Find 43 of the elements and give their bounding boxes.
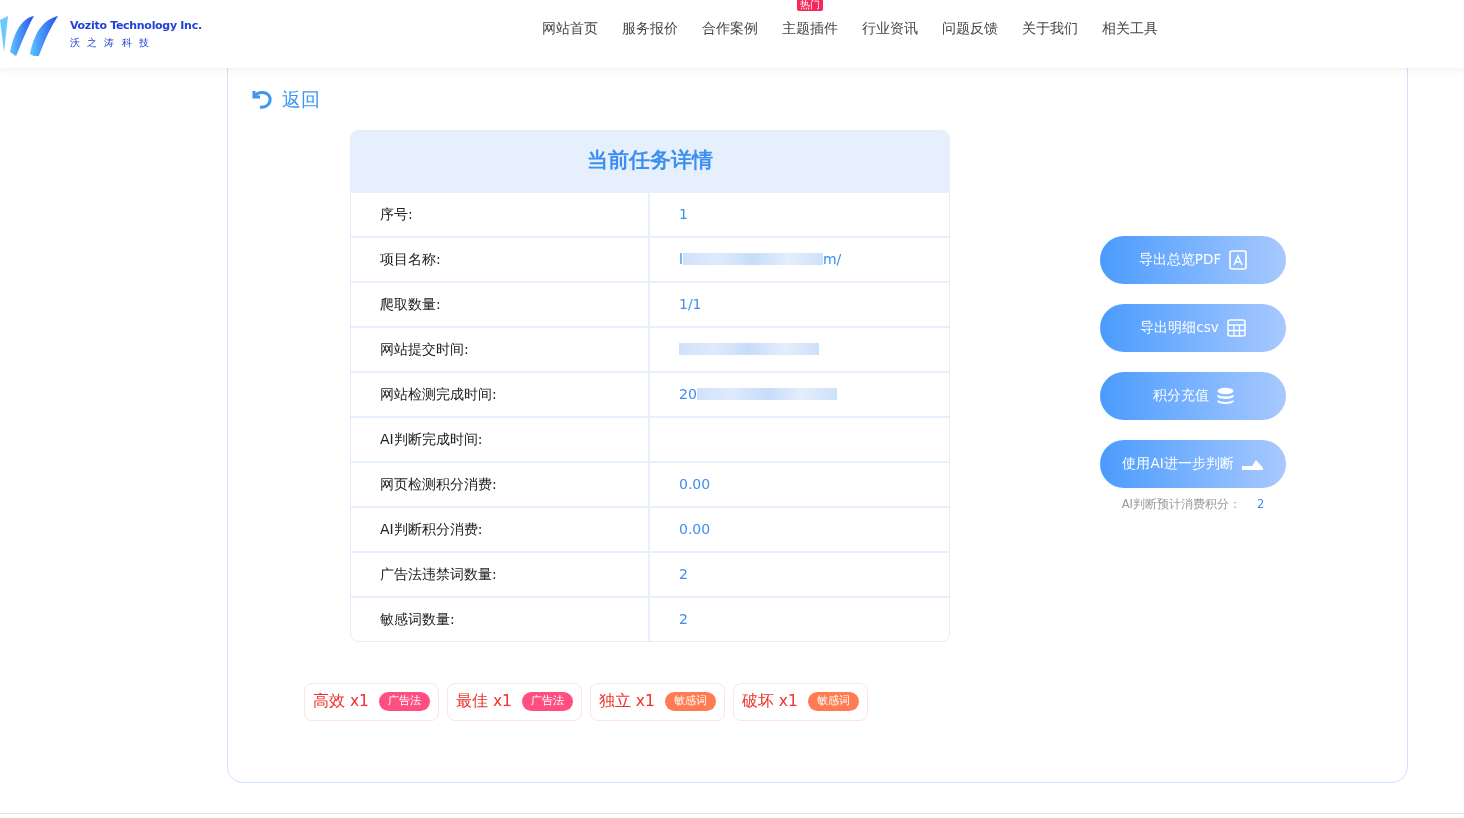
field-label: 广告法违禁词数量: [380,564,497,584]
field-label: 网站提交时间: [380,339,469,359]
field-value: 2 [679,609,688,629]
word-count: 破坏 x1 [741,690,798,712]
field-value: l [679,249,683,269]
nav-link[interactable]: 网站首页 [541,19,598,36]
nav-link[interactable]: 关于我们 [1021,19,1078,36]
table-icon [1226,318,1246,337]
field-value: 20 [679,384,697,404]
table-title: 当前任务详情 [587,146,713,174]
field-label: 敏感词数量: [380,609,455,629]
field-value: 0.00 [679,474,711,494]
word-count: 独立 x1 [598,690,655,712]
field-label: 项目名称: [380,249,441,269]
nav-link[interactable]: 相关工具 [1101,19,1158,36]
category-tag: 广告法 [521,692,573,711]
nav-link[interactable]: 合作案例 [701,19,758,36]
field-label: 序号: [380,204,413,224]
field-value: 1/1 [679,294,702,314]
coins-icon [1216,386,1234,405]
field-value: 1 [679,204,688,224]
cost-value: 2 [1256,495,1265,513]
nav-link[interactable]: 主题插件 [781,19,838,36]
field-label: AI判断完成时间: [380,429,483,449]
field-value: 2 [679,564,688,584]
company-name-chinese: 沃 之 涛 科 技 [70,35,152,50]
field-label: 网页检测积分消费: [380,474,497,494]
category-tag: 敏感词 [664,692,716,711]
nav-link[interactable]: 问题反馈 [941,19,998,36]
field-label: AI判断积分消费: [380,519,483,539]
category-tag: 敏感词 [807,692,859,711]
field-label: 网站检测完成时间: [380,384,497,404]
nav-link[interactable]: 行业资讯 [861,19,918,36]
field-label: 爬取数量: [380,294,441,314]
word-count: 最佳 x1 [455,690,512,712]
category-tag: 广告法 [378,692,430,711]
field-value: 0.00 [679,519,711,539]
word-count: 高效 x1 [313,690,369,712]
field-value: m/ [822,249,842,269]
nav-link[interactable]: 服务报价 [621,19,678,36]
cost-label: AI判断预计消费积分： [1121,495,1241,513]
pdf-icon [1229,249,1248,270]
company-name: Vozito Technology Inc. [70,18,202,35]
